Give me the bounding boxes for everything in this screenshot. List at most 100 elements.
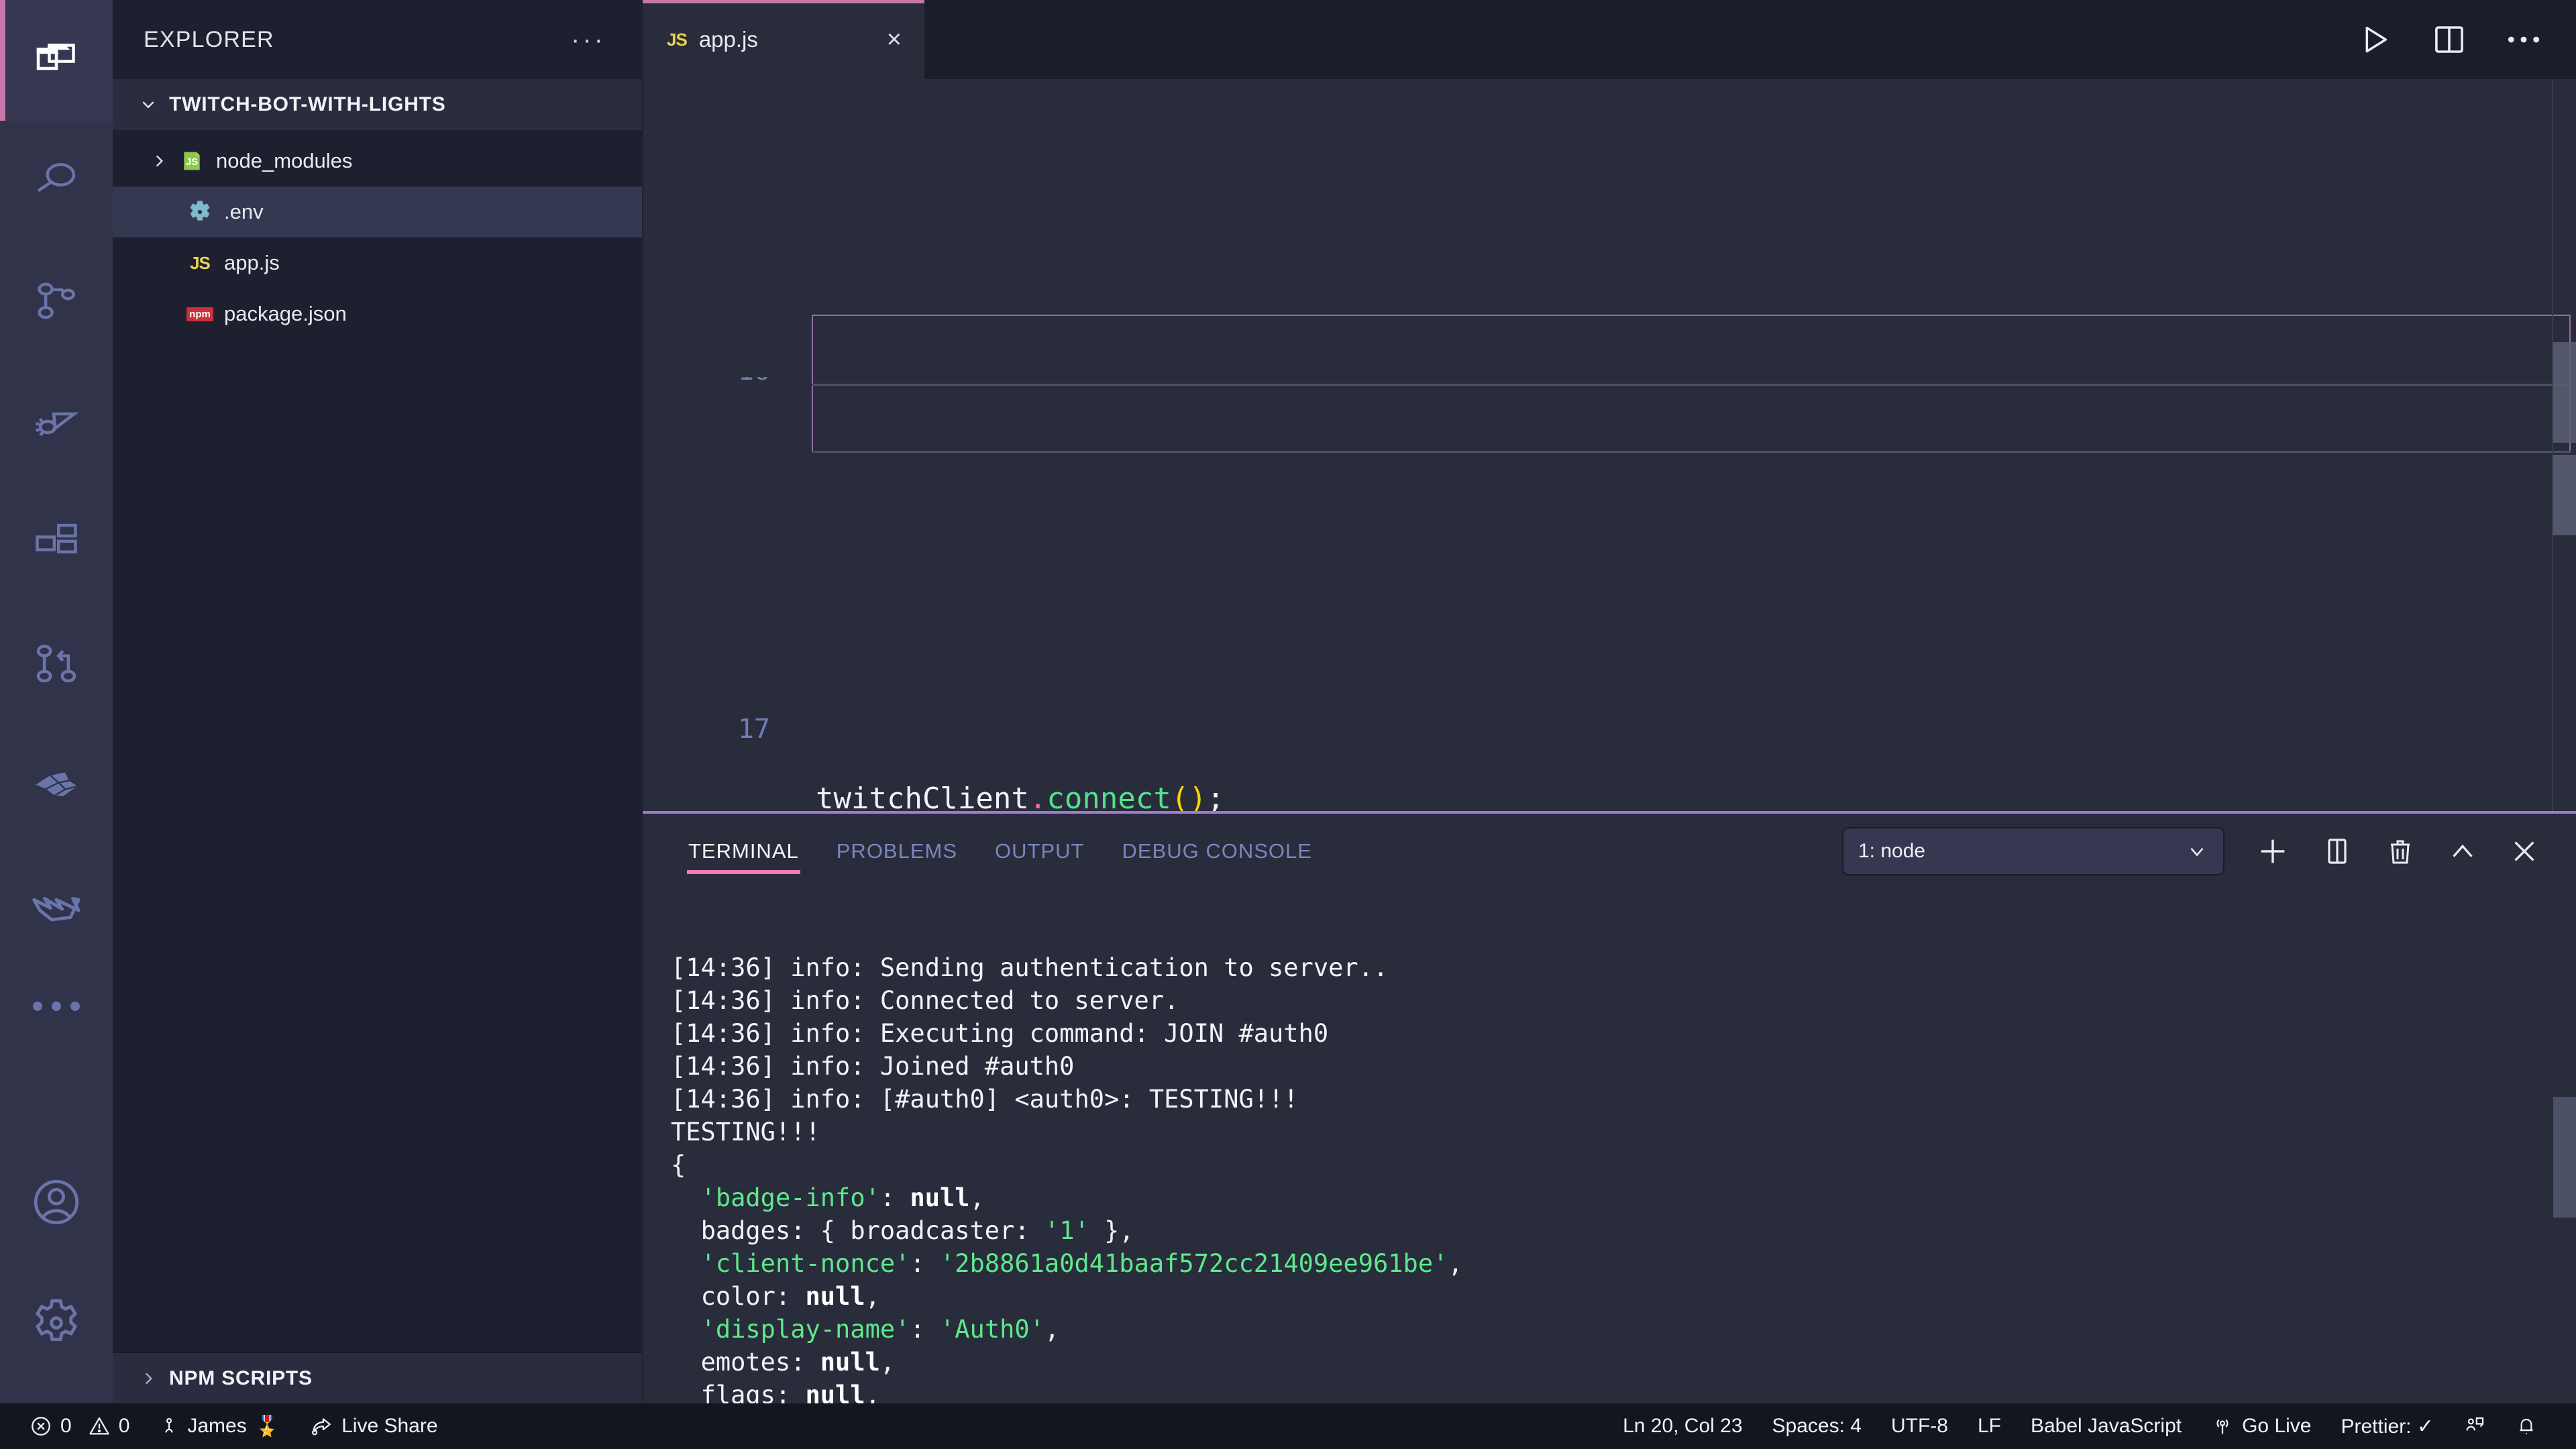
tab-app-js[interactable]: JS app.js × bbox=[643, 0, 924, 79]
explorer-folder-header[interactable]: TWITCH-BOT-WITH-LIGHTS bbox=[113, 79, 642, 130]
panel-tab-debug-console[interactable]: DEBUG CONSOLE bbox=[1103, 814, 1330, 889]
activity-item-pull-requests[interactable] bbox=[0, 604, 113, 724]
warning-count: 0 bbox=[118, 1415, 130, 1437]
extensions-icon bbox=[31, 518, 82, 569]
files-icon bbox=[32, 36, 80, 85]
activity-item-source-control[interactable] bbox=[0, 241, 113, 362]
person-icon bbox=[165, 1417, 173, 1433]
panel-tab-terminal[interactable]: TERMINAL bbox=[669, 814, 818, 889]
activity-bar-top-group bbox=[0, 0, 113, 1046]
activity-item-live-share[interactable] bbox=[0, 724, 113, 845]
git-pull-request-icon bbox=[30, 638, 83, 690]
status-label: Babel JavaScript bbox=[2030, 1415, 2182, 1437]
activity-item-run-and-debug[interactable] bbox=[0, 362, 113, 483]
editor-tabbar: JS app.js × bbox=[643, 0, 2576, 79]
editor-vertical-scrollbar[interactable] bbox=[2553, 79, 2576, 811]
run-debug-icon bbox=[30, 396, 83, 449]
status-notifications[interactable] bbox=[2501, 1403, 2552, 1449]
activity-item-settings[interactable] bbox=[0, 1263, 113, 1383]
kill-terminal-button[interactable] bbox=[2384, 835, 2416, 867]
code-text: twitchClient.connect(); bbox=[816, 782, 1225, 811]
activity-item-accounts[interactable] bbox=[0, 1142, 113, 1263]
tree-item-node_modules[interactable]: JS node_modules bbox=[113, 136, 642, 186]
status-editor-position[interactable]: Ln 20, Col 23 bbox=[1608, 1403, 1757, 1449]
tree-item-app-js[interactable]: JS app.js bbox=[113, 237, 642, 288]
status-eol[interactable]: LF bbox=[1963, 1403, 2016, 1449]
status-encoding[interactable]: UTF-8 bbox=[1876, 1403, 1963, 1449]
activity-item-explorer[interactable] bbox=[0, 0, 113, 121]
terminal-line: 'display-name': 'Auth0', bbox=[700, 1315, 1060, 1344]
live-share-prism-icon bbox=[30, 758, 83, 812]
run-file-button[interactable] bbox=[2356, 21, 2394, 58]
line-number: 16 bbox=[643, 377, 770, 392]
status-prettier[interactable]: Prettier: ✓ bbox=[2326, 1403, 2449, 1449]
activity-item-azure[interactable] bbox=[0, 845, 113, 966]
terminal-line: color: null, bbox=[700, 1282, 880, 1311]
js-file-icon: JS bbox=[190, 252, 211, 273]
activity-item-extensions[interactable] bbox=[0, 483, 113, 604]
code-editor[interactable]: 16 17 twitchClient.connect(); 18 twitchC… bbox=[643, 79, 2576, 811]
status-indentation[interactable]: Spaces: 4 bbox=[1758, 1403, 1876, 1449]
status-remote-user[interactable]: James 🎖️ bbox=[144, 1403, 294, 1449]
terminal-line: [14:36] info: [#auth0] <auth0>: TESTING!… bbox=[671, 1085, 1299, 1114]
split-terminal-button[interactable] bbox=[2321, 835, 2353, 867]
explorer-folder-label: TWITCH-BOT-WITH-LIGHTS bbox=[169, 93, 446, 115]
terminal-line: 'client-nonce': '2b8861a0d41baaf572cc214… bbox=[700, 1249, 1463, 1278]
gear-icon bbox=[28, 1295, 85, 1351]
scrollbar-thumb[interactable] bbox=[2553, 455, 2576, 535]
terminal-output[interactable]: [14:36] info: Sending authentication to … bbox=[643, 889, 2576, 1403]
activity-item-more[interactable] bbox=[0, 966, 113, 1046]
panel-tab-output[interactable]: OUTPUT bbox=[976, 814, 1103, 889]
npm-scripts-label: NPM SCRIPTS bbox=[169, 1366, 313, 1389]
status-language-mode[interactable]: Babel JavaScript bbox=[2016, 1403, 2196, 1449]
sidebar-title: EXPLORER bbox=[144, 26, 274, 52]
medal-badge-icon: 🎖️ bbox=[254, 1415, 280, 1438]
remote-user-label: James bbox=[187, 1415, 247, 1437]
status-bar: 0 0 James 🎖️ Live Share Ln 20, Col 23 Sp… bbox=[0, 1403, 2576, 1449]
panel-tab-problems[interactable]: PROBLEMS bbox=[818, 814, 976, 889]
status-label: LF bbox=[1977, 1415, 2001, 1437]
close-icon[interactable]: × bbox=[887, 27, 902, 52]
ellipsis-icon bbox=[70, 1002, 80, 1011]
scrollbar-thumb[interactable] bbox=[2553, 342, 2576, 443]
tree-item-label: app.js bbox=[224, 251, 280, 274]
status-problems[interactable]: 0 0 bbox=[15, 1403, 144, 1449]
code-line-17: 17 twitchClient.connect(); bbox=[643, 626, 2576, 811]
error-icon bbox=[32, 1417, 50, 1436]
sidebar-more-actions-button[interactable]: ··· bbox=[571, 26, 606, 53]
more-actions-button[interactable] bbox=[2505, 31, 2542, 48]
status-bar-right: Ln 20, Col 23 Spaces: 4 UTF-8 LF Babel J… bbox=[1608, 1403, 2552, 1449]
panel-header: TERMINAL PROBLEMS OUTPUT DEBUG CONSOLE 1… bbox=[643, 814, 2576, 889]
chevron-down-icon bbox=[142, 101, 154, 109]
panel-actions: 1: node bbox=[1842, 827, 2576, 875]
maximize-panel-button[interactable] bbox=[2447, 836, 2478, 867]
panel-tab-label: OUTPUT bbox=[995, 839, 1085, 863]
status-live-share[interactable]: Live Share bbox=[294, 1403, 452, 1449]
account-circle-icon bbox=[29, 1175, 84, 1230]
chevron-up-icon bbox=[2453, 844, 2473, 857]
workbench-main-row: EXPLORER ··· TWITCH-BOT-WITH-LIGHTS JS n… bbox=[0, 0, 2576, 1403]
tree-item-package-json[interactable]: npm package.json bbox=[113, 288, 642, 339]
scrollbar-thumb[interactable] bbox=[2553, 1097, 2576, 1218]
terminal-line: [14:36] info: Joined #auth0 bbox=[671, 1052, 1075, 1081]
activity-bar bbox=[0, 0, 113, 1403]
terminal-line: { bbox=[671, 1150, 686, 1179]
close-icon bbox=[2514, 841, 2534, 861]
close-panel-button[interactable] bbox=[2509, 836, 2540, 867]
split-editor-button[interactable] bbox=[2431, 21, 2467, 58]
code-line-16-partial: 16 bbox=[643, 377, 2576, 419]
azure-bird-icon bbox=[28, 877, 85, 934]
status-label: Ln 20, Col 23 bbox=[1623, 1415, 1743, 1437]
svg-text:JS: JS bbox=[186, 156, 198, 168]
editor-area: JS app.js × 17 twitchClient.connect(); T… bbox=[643, 0, 2576, 1403]
npm-scripts-header[interactable]: NPM SCRIPTS bbox=[113, 1352, 642, 1403]
terminal-selector-dropdown[interactable]: 1: node bbox=[1842, 827, 2224, 875]
new-terminal-button[interactable] bbox=[2255, 834, 2290, 869]
tree-item-env[interactable]: .env bbox=[113, 186, 642, 237]
activity-item-search[interactable] bbox=[0, 121, 113, 241]
tab-label: app.js bbox=[698, 27, 758, 52]
status-go-live[interactable]: Go Live bbox=[2196, 1403, 2326, 1449]
status-remote-indicator[interactable] bbox=[2449, 1403, 2501, 1449]
terminal-vertical-scrollbar[interactable] bbox=[2553, 889, 2576, 1403]
